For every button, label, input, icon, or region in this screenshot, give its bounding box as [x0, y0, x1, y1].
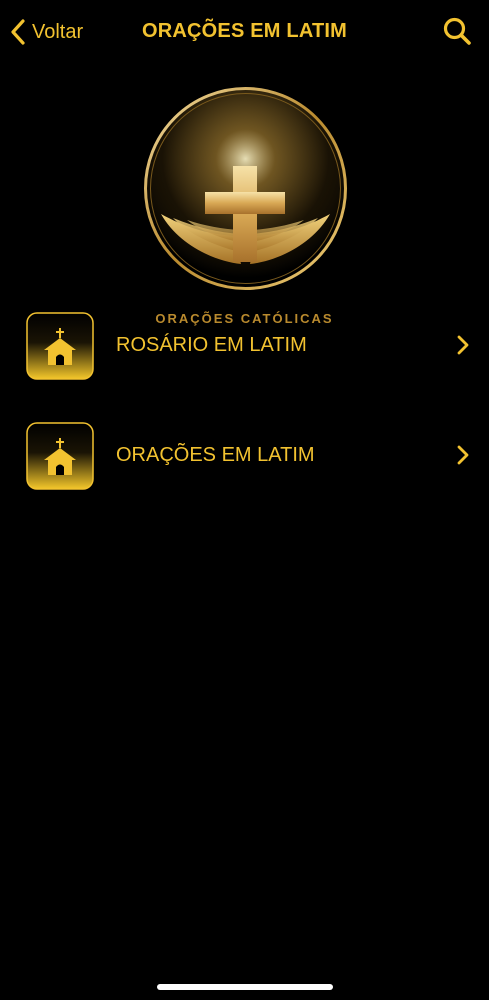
search-icon[interactable] [442, 16, 472, 46]
church-icon [26, 422, 94, 490]
chevron-right-icon [457, 335, 469, 355]
list-item-oracoes[interactable]: ORAÇÕES EM LATIM [0, 420, 489, 492]
cross-with-wings-logo [144, 87, 347, 290]
page-title: ORAÇÕES EM LATIM [141, 20, 348, 42]
navigation-bar: Voltar ORAÇÕES EM LATIM [0, 0, 489, 64]
list-item-label: ROSÁRIO EM LATIM [116, 334, 307, 356]
church-icon [26, 312, 94, 380]
list-item-rosario[interactable]: ROSÁRIO EM LATIM [0, 310, 489, 382]
home-indicator[interactable] [157, 984, 333, 990]
list-item-label: ORAÇÕES EM LATIM [116, 444, 315, 466]
chevron-right-icon [457, 445, 469, 465]
